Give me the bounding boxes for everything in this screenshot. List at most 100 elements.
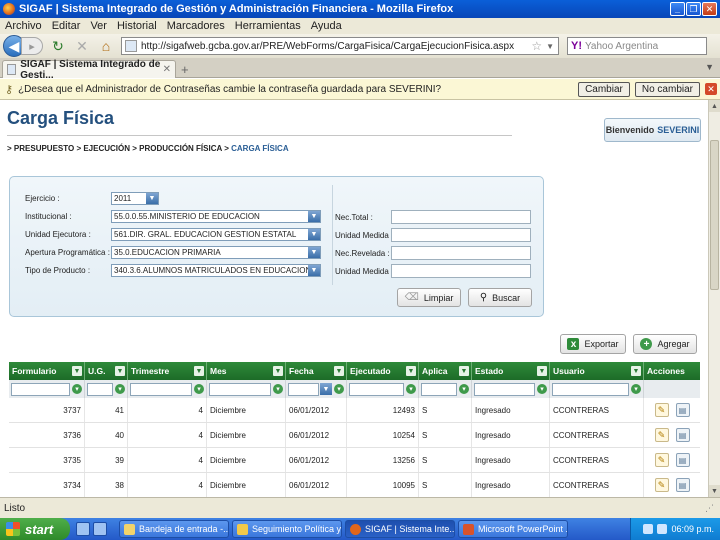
address-bar[interactable]: http://sigafweb.gcba.gov.ar/PRE/WebForms…: [121, 37, 559, 55]
column-header-mes[interactable]: Mes ▼: [207, 362, 286, 380]
filter-icon[interactable]: ▼: [115, 366, 125, 376]
menu-marcadores[interactable]: Marcadores: [167, 20, 225, 32]
filter-icon[interactable]: ▼: [631, 366, 641, 376]
taskbar-item-folder[interactable]: Seguimiento Política y...: [232, 520, 342, 538]
quick-launch-icon[interactable]: [93, 522, 107, 536]
edit-icon[interactable]: ✎: [654, 453, 669, 467]
view-form-icon[interactable]: ▤: [675, 478, 690, 492]
unidad-medida-field[interactable]: [391, 228, 531, 242]
scroll-thumb[interactable]: [710, 140, 719, 290]
menu-editar[interactable]: Editar: [52, 20, 81, 32]
filter-icon[interactable]: ▼: [334, 366, 344, 376]
calendar-dropdown-icon[interactable]: ▼: [320, 383, 332, 395]
column-header-fecha[interactable]: Fecha ▼: [286, 362, 347, 380]
filter-input[interactable]: [474, 382, 535, 396]
table-row[interactable]: 3736 40 4 Diciembre 06/01/2012 10254 S I…: [9, 423, 700, 448]
filter-icon[interactable]: ▼: [537, 366, 547, 376]
filter-icon[interactable]: ▼: [194, 366, 204, 376]
nec-revelada-field[interactable]: [391, 246, 531, 260]
filter-icon[interactable]: ▾: [72, 384, 82, 394]
tray-icon[interactable]: [657, 524, 668, 534]
taskbar-item-outlook[interactable]: Bandeja de entrada -...: [119, 520, 229, 538]
tipo-producto-select[interactable]: 340.3.6.ALUMNOS MATRICULADOS EN EDUCACIO…: [111, 264, 321, 277]
filter-icon[interactable]: ▾: [194, 384, 204, 394]
table-row[interactable]: 3737 41 4 Diciembre 06/01/2012 12493 S I…: [9, 398, 700, 423]
breadcrumb-item[interactable]: PRESUPUESTO: [14, 144, 74, 153]
close-button[interactable]: ✕: [702, 2, 717, 16]
search-input[interactable]: Y! Yahoo Argentina: [567, 37, 707, 55]
column-header-usuario[interactable]: Usuario ▼: [550, 362, 644, 380]
clear-button[interactable]: ⌫ Limpiar: [397, 288, 461, 307]
menu-ayuda[interactable]: Ayuda: [311, 20, 342, 32]
filter-icon[interactable]: ▾: [334, 384, 344, 394]
ejercicio-select[interactable]: 2011 ▼: [111, 192, 159, 205]
resize-grip-icon[interactable]: ⋰: [705, 503, 714, 514]
filter-input[interactable]: [87, 382, 113, 396]
filter-icon[interactable]: ▾: [631, 384, 641, 394]
breadcrumb-item[interactable]: PRODUCCIÓN FÍSICA: [139, 144, 222, 153]
reload-icon[interactable]: ↻: [49, 37, 67, 55]
scroll-up-icon[interactable]: ▲: [709, 100, 720, 112]
menu-ver[interactable]: Ver: [90, 20, 107, 32]
column-header-ejecutado[interactable]: Ejecutado ▼: [347, 362, 419, 380]
column-header-ug[interactable]: U.G. ▼: [85, 362, 128, 380]
breadcrumb-item[interactable]: EJECUCIÓN: [83, 144, 130, 153]
change-password-button[interactable]: Cambiar: [578, 81, 630, 97]
filter-icon[interactable]: ▼: [459, 366, 469, 376]
filter-icon[interactable]: ▼: [273, 366, 283, 376]
filter-icon[interactable]: ▼: [72, 366, 82, 376]
home-icon[interactable]: ⌂: [97, 37, 115, 55]
export-button[interactable]: x Exportar: [560, 334, 626, 354]
nec-total-field[interactable]: [391, 210, 531, 224]
filter-input[interactable]: [421, 382, 457, 396]
table-row[interactable]: 3734 38 4 Diciembre 06/01/2012 10095 S I…: [9, 473, 700, 497]
add-button[interactable]: + Agregar: [633, 334, 697, 354]
taskbar-item-firefox[interactable]: SIGAF | Sistema Inte...: [345, 520, 455, 538]
no-change-button[interactable]: No cambiar: [634, 81, 700, 97]
apertura-select[interactable]: 35.0.EDUCACION PRIMARIA ▼: [111, 246, 321, 259]
chevron-down-icon[interactable]: ▼: [546, 42, 554, 51]
institucional-select[interactable]: 55.0.0.55.MINISTERIO DE EDUCACION ▼: [111, 210, 321, 223]
filter-input[interactable]: [552, 382, 629, 396]
filter-icon[interactable]: ▾: [459, 384, 469, 394]
taskbar-item-powerpoint[interactable]: Microsoft PowerPoint ...: [458, 520, 568, 538]
column-header-formulario[interactable]: Formulario ▼: [9, 362, 85, 380]
column-header-estado[interactable]: Estado ▼: [472, 362, 550, 380]
forward-button[interactable]: ▸: [21, 37, 43, 55]
edit-icon[interactable]: ✎: [654, 428, 669, 442]
quick-launch-icon[interactable]: [76, 522, 90, 536]
filter-icon[interactable]: ▾: [537, 384, 547, 394]
search-button[interactable]: ⚲ Buscar: [468, 288, 532, 307]
filter-input[interactable]: [288, 382, 319, 396]
filter-icon[interactable]: ▾: [273, 384, 283, 394]
unidad-ejecutora-select[interactable]: 561.DIR. GRAL. EDUCACION GESTION ESTATAL…: [111, 228, 321, 241]
restore-button[interactable]: ❐: [686, 2, 701, 16]
new-tab-icon[interactable]: +: [181, 62, 189, 77]
list-tabs-icon[interactable]: ▼: [705, 62, 714, 72]
filter-input[interactable]: [209, 382, 271, 396]
tab-sigaf[interactable]: SIGAF | Sistema Integrado de Gesti... ✕: [2, 59, 176, 81]
column-header-aplica[interactable]: Aplica ▼: [419, 362, 472, 380]
view-form-icon[interactable]: ▤: [675, 403, 690, 417]
bookmark-star-icon[interactable]: ☆: [531, 39, 542, 53]
scroll-down-icon[interactable]: ▼: [709, 485, 720, 497]
vertical-scrollbar[interactable]: ▲ ▼: [708, 100, 720, 497]
stop-icon[interactable]: ✕: [73, 37, 91, 55]
tray-icon[interactable]: [643, 524, 654, 534]
column-header-trimestre[interactable]: Trimestre ▼: [128, 362, 207, 380]
table-row[interactable]: 3735 39 4 Diciembre 06/01/2012 13256 S I…: [9, 448, 700, 473]
start-button[interactable]: start: [0, 518, 70, 540]
filter-icon[interactable]: ▾: [115, 384, 125, 394]
close-tab-icon[interactable]: ✕: [163, 64, 171, 75]
menu-herramientas[interactable]: Herramientas: [235, 20, 301, 32]
view-form-icon[interactable]: ▤: [675, 453, 690, 467]
menu-historial[interactable]: Historial: [117, 20, 157, 32]
unidad-medida-2-field[interactable]: [391, 264, 531, 278]
view-form-icon[interactable]: ▤: [675, 428, 690, 442]
close-icon[interactable]: ✕: [705, 83, 717, 95]
menu-archivo[interactable]: Archivo: [5, 20, 42, 32]
edit-icon[interactable]: ✎: [654, 478, 669, 492]
filter-icon[interactable]: ▾: [406, 384, 416, 394]
filter-input[interactable]: [349, 382, 404, 396]
filter-icon[interactable]: ▼: [406, 366, 416, 376]
